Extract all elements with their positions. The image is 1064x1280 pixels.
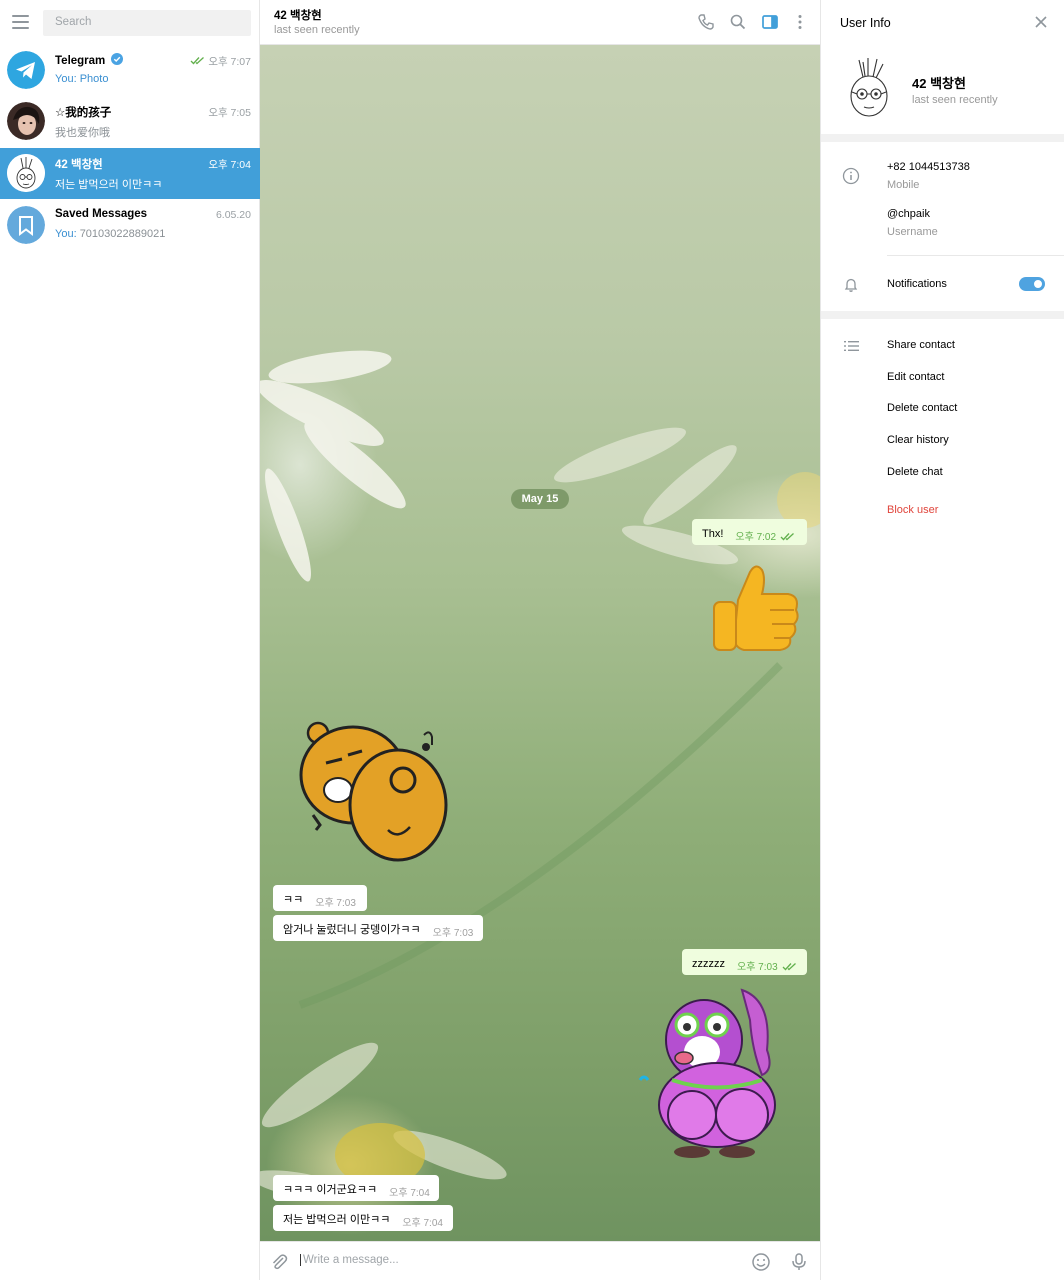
message-text: Thx! [702, 528, 724, 540]
message-text: 암거나 눌렀더니 궁뎅이가ㅋㅋ [283, 924, 421, 936]
list-icon [844, 341, 859, 351]
message-incoming[interactable]: ㅋㅋㅋ 이거군요ㅋㅋ 오후 7:04 [273, 1175, 439, 1201]
double-check-icon [190, 57, 205, 65]
delete-contact-button[interactable]: Delete contact [887, 402, 957, 414]
microphone-icon[interactable] [788, 1251, 810, 1273]
double-check-icon [782, 962, 796, 971]
username-label: Username [887, 226, 938, 238]
profile-status: last seen recently [912, 94, 998, 106]
search-icon[interactable] [728, 12, 748, 32]
chat-title[interactable]: 42 백창현 [274, 7, 322, 23]
pink-penguin-sticker[interactable] [632, 980, 792, 1165]
profile-name: 42 백창현 [912, 76, 966, 91]
thumbs-up-sticker[interactable] [708, 560, 804, 660]
hamburger-menu-icon[interactable] [12, 15, 29, 29]
more-options-icon[interactable] [790, 12, 810, 32]
chat-name: ☆我的孩子 [55, 107, 112, 119]
chat-time: 오후 7:04 [208, 159, 251, 171]
date-separator: May 15 [511, 489, 569, 509]
phone-number[interactable]: +82 1044513738 [887, 161, 970, 173]
message-time: 오후 7:04 [389, 1188, 430, 1199]
search-input[interactable]: Search [43, 10, 251, 36]
chat-time: 오후 7:07 [208, 56, 251, 68]
message-time: 오후 7:02 [735, 532, 777, 543]
message-time: 오후 7:04 [402, 1218, 443, 1229]
sidebar-toggle-icon[interactable] [760, 12, 780, 32]
divider-line [887, 255, 1064, 256]
message-incoming[interactable]: ㅋㅋ 오후 7:03 [273, 885, 367, 911]
message-time: 오후 7:03 [737, 962, 778, 973]
clear-history-button[interactable]: Clear history [887, 434, 949, 446]
message-text: 저는 밥먹으러 이만ㅋㅋ [283, 1214, 391, 1226]
message-time: 오후 7:03 [432, 928, 474, 939]
message-text: ㅋㅋㅋ 이거군요ㅋㅋ [283, 1184, 378, 1196]
message-composer: Write a message... [260, 1241, 820, 1280]
message-incoming[interactable]: 암거나 눌렀더니 궁뎅이가ㅋㅋ 오후 7:03 [273, 915, 483, 941]
phone-icon[interactable] [696, 12, 716, 32]
chat-last-message: 저는 밥먹으러 이만ㅋㅋ [55, 179, 163, 191]
share-contact-button[interactable]: Share contact [887, 339, 955, 351]
notifications-label: Notifications [887, 278, 947, 290]
message-text: zzzzzz [692, 958, 725, 970]
chat-item-telegram[interactable]: Telegram 오후 7:07 You: Photo [0, 45, 260, 96]
chat-sender: You: [55, 73, 77, 85]
username[interactable]: @chpaik [887, 208, 930, 220]
chat-item-wodehaizi[interactable]: ☆我的孩子 오후 7:05 我也爱你哦 [0, 96, 260, 147]
chat-last-message: 我也爱你哦 [55, 127, 110, 139]
emoji-icon[interactable] [750, 1251, 772, 1273]
message-outgoing[interactable]: zzzzzz 오후 7:03 [682, 949, 807, 975]
user-photo-avatar [7, 102, 45, 140]
message-outgoing[interactable]: Thx! 오후 7:02 [692, 519, 807, 545]
delete-chat-button[interactable]: Delete chat [887, 466, 943, 478]
message-area[interactable]: May 15 Thx! 오후 7:02 ㅋㅋ 오후 7:03 암거나 눌렀더니 … [260, 45, 820, 1241]
verified-badge-icon [111, 53, 124, 65]
phone-label: Mobile [887, 179, 920, 191]
chat-item-saved-messages[interactable]: Saved Messages 6.05.20 You: 701030228890… [0, 200, 260, 251]
message-text: ㅋㅋ [283, 894, 304, 906]
chat-status: last seen recently [274, 24, 360, 36]
attach-icon[interactable] [268, 1251, 290, 1273]
sketch-avatar [7, 154, 45, 192]
chat-header: 42 백창현 last seen recently [260, 0, 820, 45]
chat-name: Telegram [55, 55, 106, 67]
user-info-panel: User Info 42 백창현 last seen recently +82 … [820, 0, 1064, 1280]
chat-item-42-baekchanghyeon[interactable]: 42 백창현 오후 7:04 저는 밥먹으러 이만ㅋㅋ [0, 148, 260, 199]
ryan-bear-sticker[interactable] [298, 715, 453, 870]
info-icon [842, 167, 860, 185]
chat-time: 오후 7:05 [208, 107, 251, 119]
bookmark-icon [7, 206, 45, 244]
chat-sender: You: [55, 228, 77, 240]
edit-contact-button[interactable]: Edit contact [887, 371, 944, 383]
section-divider [821, 311, 1064, 319]
message-time: 오후 7:03 [315, 898, 356, 909]
chat-name: 42 백창현 [55, 159, 103, 171]
chat-pane: 42 백창현 last seen recently May 15 Thx! 오후… [260, 0, 820, 1280]
bell-icon [844, 278, 858, 292]
block-user-button[interactable]: Block user [887, 504, 938, 516]
panel-title: User Info [840, 16, 891, 30]
message-input[interactable]: Write a message... [300, 1254, 399, 1266]
message-incoming[interactable]: 저는 밥먹으러 이만ㅋㅋ 오후 7:04 [273, 1205, 453, 1231]
notifications-toggle[interactable] [1019, 277, 1045, 291]
sidebar-topbar: Search [0, 0, 259, 45]
chat-name: Saved Messages [55, 208, 148, 220]
close-icon[interactable] [1034, 15, 1048, 29]
chat-last-message: Photo [79, 73, 109, 85]
chat-list-sidebar: Search Telegram 오후 7:07 You: Photo ☆我的孩子… [0, 0, 260, 1280]
section-divider [821, 134, 1064, 142]
chat-time: 6.05.20 [215, 209, 251, 221]
telegram-logo-icon [7, 51, 45, 89]
profile-avatar[interactable] [843, 56, 895, 118]
chat-last-message: 70103022889021 [79, 228, 166, 240]
double-check-icon [780, 532, 795, 541]
